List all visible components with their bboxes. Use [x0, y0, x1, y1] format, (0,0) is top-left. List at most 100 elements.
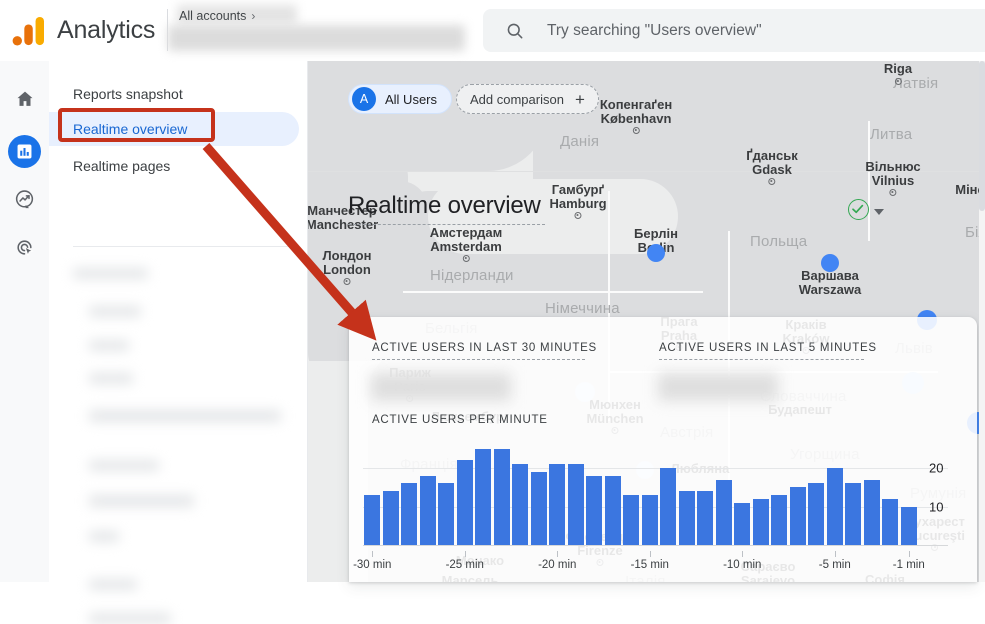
search-input-placeholder[interactable]: Try searching "Users overview": [547, 22, 762, 40]
metric-5min-underline: [659, 359, 864, 360]
nav-hidden-item[interactable]: [89, 306, 141, 317]
map-active-user-marker[interactable]: [647, 244, 665, 262]
chart-bar[interactable]: [826, 468, 843, 545]
breadcrumb-all-accounts: All accounts: [179, 9, 247, 23]
chart-bar[interactable]: [493, 448, 510, 545]
nav-hidden-item[interactable]: [89, 579, 137, 590]
nav-hidden-item[interactable]: [73, 268, 148, 279]
reports-nav-panel: Reports snapshot Realtime overview Realt…: [49, 61, 308, 624]
chart-bar[interactable]: [382, 491, 399, 545]
add-comparison-button[interactable]: Add comparison +: [456, 84, 599, 114]
nav-hidden-item[interactable]: [89, 613, 171, 624]
brand-name: Analytics: [57, 16, 156, 44]
map-country-label: Німеччина: [545, 300, 620, 317]
segment-chip-label: All Users: [385, 91, 438, 107]
chart-x-tick: -10 min: [723, 559, 762, 571]
chart-bar[interactable]: [512, 464, 529, 545]
chart-bar[interactable]: [900, 506, 917, 545]
rail-item-advertising[interactable]: [8, 231, 41, 264]
chart-x-tick: -30 min: [353, 559, 392, 571]
chart-bar[interactable]: [364, 495, 381, 545]
chart-bar[interactable]: [863, 479, 880, 545]
chart-bar[interactable]: [438, 483, 455, 545]
map-land-scandinavia: [308, 61, 548, 171]
chart-bar[interactable]: [660, 468, 677, 545]
chart-bar[interactable]: [734, 502, 751, 545]
map-city-label: Вільнюс Vilnius: [865, 160, 921, 197]
account-name-redacted: [168, 25, 465, 51]
chart-bar[interactable]: [530, 471, 547, 545]
home-icon: [17, 91, 32, 106]
chart-x-tick: -15 min: [630, 559, 669, 571]
primary-nav-rail: [0, 61, 49, 582]
rail-item-reports[interactable]: [8, 135, 41, 168]
sidebar-item-label: Realtime overview: [73, 121, 188, 137]
map-country-label: Данія: [560, 133, 600, 150]
plus-icon: +: [574, 89, 585, 109]
chart-bar[interactable]: [567, 464, 584, 545]
chart-bar[interactable]: [771, 495, 788, 545]
chart-x-tickmark: [834, 551, 836, 557]
map-city-label: Лондон London: [323, 249, 371, 286]
chart-x-tick: -5 min: [818, 559, 851, 571]
chart-bar[interactable]: [789, 487, 806, 545]
map-city-label: Копенгаґен København: [600, 98, 672, 135]
map-country-label: Литва: [870, 126, 913, 143]
chart-bar[interactable]: [586, 475, 603, 545]
nav-hidden-item[interactable]: [89, 460, 159, 471]
sidebar-item-label: Reports snapshot: [73, 86, 183, 102]
chart-bar[interactable]: [882, 498, 899, 545]
map-city-label: Гамбурґ Hamburg: [549, 183, 607, 220]
rail-item-explore[interactable]: [8, 183, 41, 216]
chart-bar[interactable]: [845, 483, 862, 545]
nav-hidden-item[interactable]: [89, 373, 133, 384]
chart-y-tick: 20: [929, 460, 944, 476]
chart-bar[interactable]: [808, 483, 825, 545]
nav-divider: [73, 246, 295, 247]
chart-x-tick: -25 min: [445, 559, 484, 571]
nav-hidden-item[interactable]: [89, 340, 129, 351]
sidebar-item-realtime-overview[interactable]: Realtime overview: [49, 112, 299, 146]
chart-gridline: [363, 468, 948, 470]
chart-bar[interactable]: [456, 460, 473, 545]
page-scrollbar-thumb[interactable]: [979, 61, 985, 211]
nav-hidden-item[interactable]: [89, 495, 194, 507]
reports-bar-chart-icon: [17, 144, 32, 159]
chart-bar[interactable]: [419, 475, 436, 545]
page-title-underline: [348, 224, 545, 225]
chart-bar[interactable]: [475, 448, 492, 545]
chart-x-tick: -1 min: [892, 559, 925, 571]
chart-bar[interactable]: [549, 464, 566, 545]
chart-x-tickmark: [372, 551, 374, 557]
nav-hidden-item[interactable]: [89, 410, 281, 422]
search-bar[interactable]: Try searching "Users overview": [483, 9, 985, 52]
chart-baseline: [363, 545, 948, 546]
sidebar-item-realtime-pages[interactable]: Realtime pages: [49, 149, 299, 183]
map-country-label: Польща: [750, 233, 808, 250]
nav-hidden-item[interactable]: [89, 531, 119, 542]
metric-30min-value-redacted: [371, 373, 511, 401]
chart-bar[interactable]: [604, 475, 621, 545]
chart-bar[interactable]: [641, 495, 658, 545]
chart-bar[interactable]: [715, 479, 732, 545]
chart-bar[interactable]: [697, 491, 714, 545]
metric-30min-underline: [372, 359, 585, 360]
rail-item-home[interactable]: [8, 82, 41, 115]
chart-bar[interactable]: [623, 495, 640, 545]
explore-trend-icon: [15, 190, 34, 209]
chart-x-tickmark: [464, 551, 466, 557]
breadcrumb[interactable]: All accounts ›: [179, 9, 255, 23]
sidebar-item-reports-snapshot[interactable]: Reports snapshot: [49, 77, 299, 111]
map-city-label: Амстердам Amsterdam: [430, 226, 502, 263]
chart-bar[interactable]: [678, 491, 695, 545]
advertising-target-icon: [17, 240, 34, 257]
map-active-user-marker[interactable]: [821, 254, 839, 272]
segment-avatar: A: [352, 87, 376, 111]
chart-bar[interactable]: [401, 483, 418, 545]
metric-5min-value-redacted: [658, 373, 778, 401]
caret-down-icon[interactable]: [874, 209, 884, 215]
chart-bar[interactable]: [752, 498, 769, 545]
chart-x-tick: -20 min: [538, 559, 577, 571]
segment-chip-all-users[interactable]: A All Users: [348, 84, 453, 114]
active-users-per-minute-chart[interactable]: 10 20 -30 min -25 min -20 min -15 min -10 min…: [353, 445, 963, 571]
